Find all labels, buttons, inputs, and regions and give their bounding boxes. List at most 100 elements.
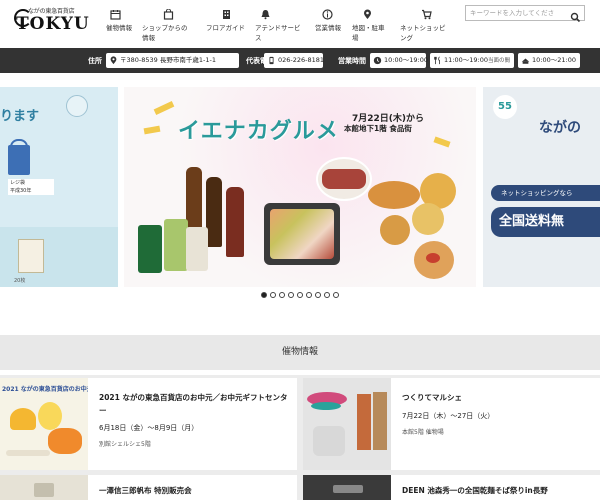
beer-bottle-image [226, 187, 244, 257]
banner-right-pill: ネットショッピングなら [491, 185, 600, 201]
event-title: 2021 ながの東急百貨店のお中元／お中元ギフトセンター [99, 393, 288, 415]
carousel-dot[interactable] [333, 292, 339, 298]
bento-food [270, 209, 334, 259]
store-info-bar: 住所 〒380-8539 長野市南千歳1-1-1 代表電話 026-226-81… [0, 48, 600, 73]
hours-sub-box: 11:00～19:00当面の間 [430, 53, 514, 68]
beer-can-image [186, 227, 208, 271]
nav-label: 地図・駐車場 [352, 24, 385, 42]
section-header-events: 催物情報 [0, 335, 600, 370]
nav-label: アテンドサービス [255, 24, 301, 42]
carousel-dot[interactable] [261, 292, 267, 298]
paper-bag-tag: 20枚 [14, 278, 26, 284]
building-icon [220, 8, 232, 20]
plate-image [6, 450, 50, 456]
event-card[interactable]: 2021 ながの東急百貨店のお中元 2021 ながの東急百貨店のお中元／お中元ギ… [0, 378, 297, 470]
calendar-icon [109, 8, 121, 20]
cake-image [10, 408, 36, 430]
soba-image [333, 485, 363, 493]
hours-sub-note: 当面の間 [487, 58, 510, 64]
dress-image [373, 392, 387, 450]
shop-bag-icon [162, 8, 174, 20]
event-card[interactable]: DEEN 池森秀一の全国乾麺そば祭りin長野 [303, 475, 600, 500]
banner-slide-current[interactable]: イエナカグルメ 7月22日(木)から 本館地下1階 食品街 [124, 87, 476, 287]
hat-image [311, 402, 341, 410]
banner-floor: 本館地下1階 食品街 [344, 124, 412, 133]
beer-bottle-image [186, 167, 202, 235]
banner-right-title: ながの [539, 120, 581, 136]
cart-icon [420, 8, 432, 20]
site-header: ながの東急百貨店 TOKYU 催物情報 ショップからの情報 フロアガイド アテン… [0, 0, 600, 48]
shopping-bag-image [8, 145, 30, 175]
event-thumbnail [303, 378, 391, 470]
carousel-dot[interactable] [279, 292, 285, 298]
carousel-dot[interactable] [270, 292, 276, 298]
nav-label: ショップからの情報 [142, 24, 188, 42]
event-card[interactable]: 一澤信三郎帆布 特別販売会 [0, 475, 297, 500]
roast-beef-food [322, 169, 366, 189]
banner-carousel: ります レジ袋 平成30年 20枚 イエナカグルメ 7月22日(木)から 本館地下… [0, 87, 600, 287]
knit-image [313, 426, 345, 456]
banner-slide-next[interactable]: 55 ながの ネットショッピングなら 全国送料無 [483, 87, 600, 287]
event-place: 本館5階 催物場 [402, 429, 444, 436]
bread-image [412, 203, 444, 235]
carousel-dot[interactable] [315, 292, 321, 298]
bag-caption: レジ袋 [10, 180, 26, 186]
cake-image [48, 428, 82, 454]
nav-label: 催物情報 [106, 24, 132, 32]
bag-handle [10, 139, 28, 147]
bread-image [380, 215, 410, 245]
map-pin-icon [361, 8, 373, 20]
hours-label: 営業時間 [338, 57, 366, 65]
beer-can-image [138, 225, 162, 273]
hours-annex-text: 10:00～21:00 [532, 56, 576, 64]
anniversary-badge: 55 [493, 95, 517, 119]
eco-badge-icon [66, 95, 88, 117]
croissant-image [368, 181, 420, 209]
cake-image [38, 402, 62, 430]
phone-icon [267, 56, 276, 65]
search-icon[interactable] [570, 8, 581, 23]
carousel-dot[interactable] [324, 292, 330, 298]
clock-icon [373, 56, 382, 65]
phone-box[interactable]: 026-226-8181 [264, 53, 325, 68]
address-box[interactable]: 〒380-8539 長野市南千歳1-1-1 [106, 53, 239, 68]
canvas-bag-image [34, 483, 54, 497]
banner-slide-prev[interactable]: ります レジ袋 平成30年 20枚 [0, 87, 118, 287]
info-icon [321, 8, 333, 20]
event-card[interactable]: つくりてマルシェ 7月22日（木）～27日（火） 本館5階 催物場 [303, 378, 600, 470]
phone-text: 026-226-8181 [278, 56, 325, 64]
paper-bag-image [18, 239, 44, 273]
event-title: つくりてマルシェ [402, 393, 462, 402]
logo-wordmark: TOKYU [16, 14, 90, 34]
nav-label: ネットショッピング [400, 24, 446, 42]
restaurant-icon [433, 56, 442, 65]
tomato-topping [426, 253, 440, 263]
address-label: 住所 [88, 57, 102, 65]
event-date: 6月18日（金）～8月9日（月） [99, 424, 199, 432]
bag-tag: レジ袋平成30年 [8, 179, 54, 195]
event-place: 別館シェルシェ5階 [99, 441, 151, 448]
carousel-dot[interactable] [288, 292, 294, 298]
bell-icon [259, 8, 271, 20]
event-title: DEEN 池森秀一の全国乾麺そば祭りin長野 [402, 486, 548, 495]
bag-tag-value: 平成30年 [10, 188, 32, 194]
carousel-dot[interactable] [306, 292, 312, 298]
event-date: 7月22日（木）～27日（火） [402, 412, 495, 420]
tokyu-logo[interactable]: ながの東急百貨店 TOKYU [14, 6, 102, 34]
beer-bottle-image [206, 177, 222, 247]
carousel-dot[interactable] [297, 292, 303, 298]
event-thumbnail: 2021 ながの東急百貨店のお中元 [0, 378, 88, 470]
event-title: 一澤信三郎帆布 特別販売会 [99, 486, 192, 495]
map-pin-icon [109, 56, 118, 65]
thumb-caption: 2021 ながの東急百貨店のお中元 [2, 386, 88, 393]
beer-can-image [164, 219, 188, 271]
annex-icon [521, 56, 530, 65]
event-thumbnail [0, 475, 88, 500]
hours-sub-text: 11:00～19:00 [444, 56, 488, 64]
event-thumbnail [303, 475, 391, 500]
hours-main-text: 10:00～19:00 [384, 56, 428, 64]
address-text: 〒380-8539 長野市南千歳1-1-1 [120, 56, 216, 64]
search-box [465, 5, 585, 23]
search-input[interactable] [466, 6, 570, 20]
banner-title: イエナカグルメ [178, 119, 339, 144]
